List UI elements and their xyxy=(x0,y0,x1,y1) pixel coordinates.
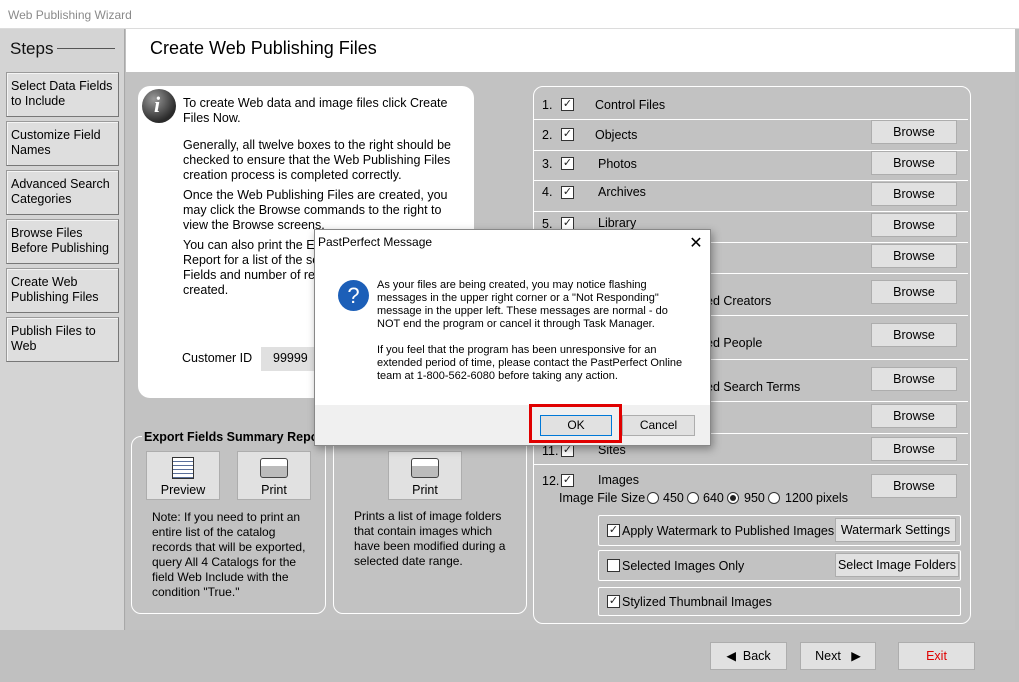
ok-button[interactable]: OK xyxy=(540,415,612,436)
radio-size-640[interactable] xyxy=(687,492,699,504)
next-arrow-icon: ▶ xyxy=(851,649,861,663)
row-number: 3. xyxy=(542,157,553,171)
customer-id-value: 99999 xyxy=(261,347,317,371)
divider xyxy=(57,48,115,49)
preview-icon xyxy=(172,457,194,479)
checkbox-images[interactable]: ✓ xyxy=(561,474,574,487)
browse-photos-button[interactable]: Browse xyxy=(871,151,957,175)
radio-size-1200[interactable] xyxy=(768,492,780,504)
exit-button[interactable]: Exit xyxy=(898,642,975,670)
size-450-label: 450 xyxy=(663,491,684,505)
browse-library-button[interactable]: Browse xyxy=(871,213,957,237)
browse-creators-button[interactable]: Browse xyxy=(871,280,957,304)
divider xyxy=(534,180,968,181)
size-950-label: 950 xyxy=(744,491,765,505)
title-bar: Web Publishing Wizard xyxy=(0,0,1019,29)
image-size-label: Image File Size xyxy=(559,491,646,505)
watermark-label: Apply Watermark to Published Images xyxy=(622,524,835,538)
close-icon[interactable]: ✕ xyxy=(687,233,705,253)
checkbox-thumbnail[interactable]: ✓ xyxy=(607,595,620,608)
export-report-title: Export Fields Summary Report xyxy=(142,430,330,444)
print-label: Print xyxy=(261,483,287,497)
row-number: 11. xyxy=(542,444,559,458)
print-report-button[interactable]: Print xyxy=(237,451,311,500)
selected-images-label: Selected Images Only xyxy=(622,559,745,573)
info-paragraph-1: To create Web data and image files click… xyxy=(183,96,448,125)
select-image-folders-button[interactable]: Select Image Folders xyxy=(835,553,959,577)
dialog-message-2: If you feel that the program has been un… xyxy=(377,344,683,382)
radio-size-450[interactable] xyxy=(647,492,659,504)
radio-size-950[interactable] xyxy=(727,492,739,504)
preview-label: Preview xyxy=(160,483,206,497)
checkbox-selected-images[interactable] xyxy=(607,559,620,572)
row-label: ed People xyxy=(706,336,763,350)
dialog-message-1: As your files are being created, you may… xyxy=(377,279,668,330)
dialog-title: PastPerfect Message xyxy=(318,235,433,249)
browse-objects-button[interactable]: Browse xyxy=(871,120,957,144)
row-number: 2. xyxy=(542,128,553,142)
back-label: Back xyxy=(742,649,771,663)
row-label: ed Search Terms xyxy=(706,380,801,394)
info-paragraph-3: Once the Web Publishing Files are create… xyxy=(183,188,448,232)
step-advanced-search[interactable]: Advanced Search Categories xyxy=(6,170,119,215)
browse-sites-button[interactable]: Browse xyxy=(871,437,957,461)
print-label: Print xyxy=(412,483,438,497)
checkbox-watermark[interactable]: ✓ xyxy=(607,524,620,537)
browse-images-button[interactable]: Browse xyxy=(871,474,957,498)
row-label: ed Creators xyxy=(706,294,772,308)
browse-archives-button[interactable]: Browse xyxy=(871,182,957,206)
thumbnail-label: Stylized Thumbnail Images xyxy=(622,595,772,609)
divider xyxy=(534,464,968,465)
customer-id-label: Customer ID xyxy=(182,351,253,365)
watermark-settings-button[interactable]: Watermark Settings xyxy=(835,518,956,542)
divider xyxy=(534,211,968,212)
row-number: 4. xyxy=(542,185,553,199)
next-label: Next xyxy=(815,649,841,663)
back-arrow-icon: ◀ xyxy=(726,649,736,663)
row-number: 12. xyxy=(542,474,560,488)
browse-people-button[interactable]: Browse xyxy=(871,323,957,347)
size-640-label: 640 xyxy=(703,491,724,505)
export-note: Note: If you need to print an entire lis… xyxy=(152,510,306,599)
row-label: Images xyxy=(598,473,639,487)
question-icon: ? xyxy=(338,280,369,311)
row-label: Control Files xyxy=(595,98,666,112)
printer-icon xyxy=(411,458,439,478)
back-button[interactable]: ◀ Back xyxy=(710,642,787,670)
row-label: Library xyxy=(598,216,637,230)
step-select-data-fields[interactable]: Select Data Fields to Include xyxy=(6,72,119,117)
checkbox-objects[interactable]: ✓ xyxy=(561,128,574,141)
step-publish-files[interactable]: Publish Files to Web xyxy=(6,317,119,362)
page-header: Create Web Publishing Files xyxy=(126,29,1015,72)
print-folders-button[interactable]: Print xyxy=(388,451,462,500)
steps-title: Steps xyxy=(10,39,54,58)
info-icon: i xyxy=(142,89,176,123)
checkbox-control-files[interactable]: ✓ xyxy=(561,98,574,111)
row-number: 1. xyxy=(542,98,553,112)
row-label: Objects xyxy=(595,128,638,142)
info-paragraph-2: Generally, all twelve boxes to the right… xyxy=(183,138,451,182)
step-create-web-files[interactable]: Create Web Publishing Files xyxy=(6,268,119,313)
window-title: Web Publishing Wizard xyxy=(8,8,132,22)
checkbox-photos[interactable]: ✓ xyxy=(561,157,574,170)
image-folders-description: Prints a list of image folders that cont… xyxy=(354,509,506,568)
browse-button-6[interactable]: Browse xyxy=(871,244,957,268)
pixels-label: pixels xyxy=(816,491,848,505)
checkbox-archives[interactable]: ✓ xyxy=(561,186,574,199)
printer-icon xyxy=(260,458,288,478)
browse-button-10[interactable]: Browse xyxy=(871,404,957,428)
row-label: Photos xyxy=(598,157,637,171)
step-customize-field-names[interactable]: Customize Field Names xyxy=(6,121,119,166)
step-browse-files[interactable]: Browse Files Before Publishing xyxy=(6,219,119,264)
size-1200-label: 1200 xyxy=(785,491,813,505)
browse-search-terms-button[interactable]: Browse xyxy=(871,367,957,391)
preview-button[interactable]: Preview xyxy=(146,451,220,500)
next-button[interactable]: Next ▶ xyxy=(800,642,876,670)
message-dialog: PastPerfect Message ✕ ? As your files ar… xyxy=(314,229,711,446)
page-title: Create Web Publishing Files xyxy=(150,38,377,58)
cancel-button[interactable]: Cancel xyxy=(622,415,695,436)
row-label: Archives xyxy=(598,185,646,199)
